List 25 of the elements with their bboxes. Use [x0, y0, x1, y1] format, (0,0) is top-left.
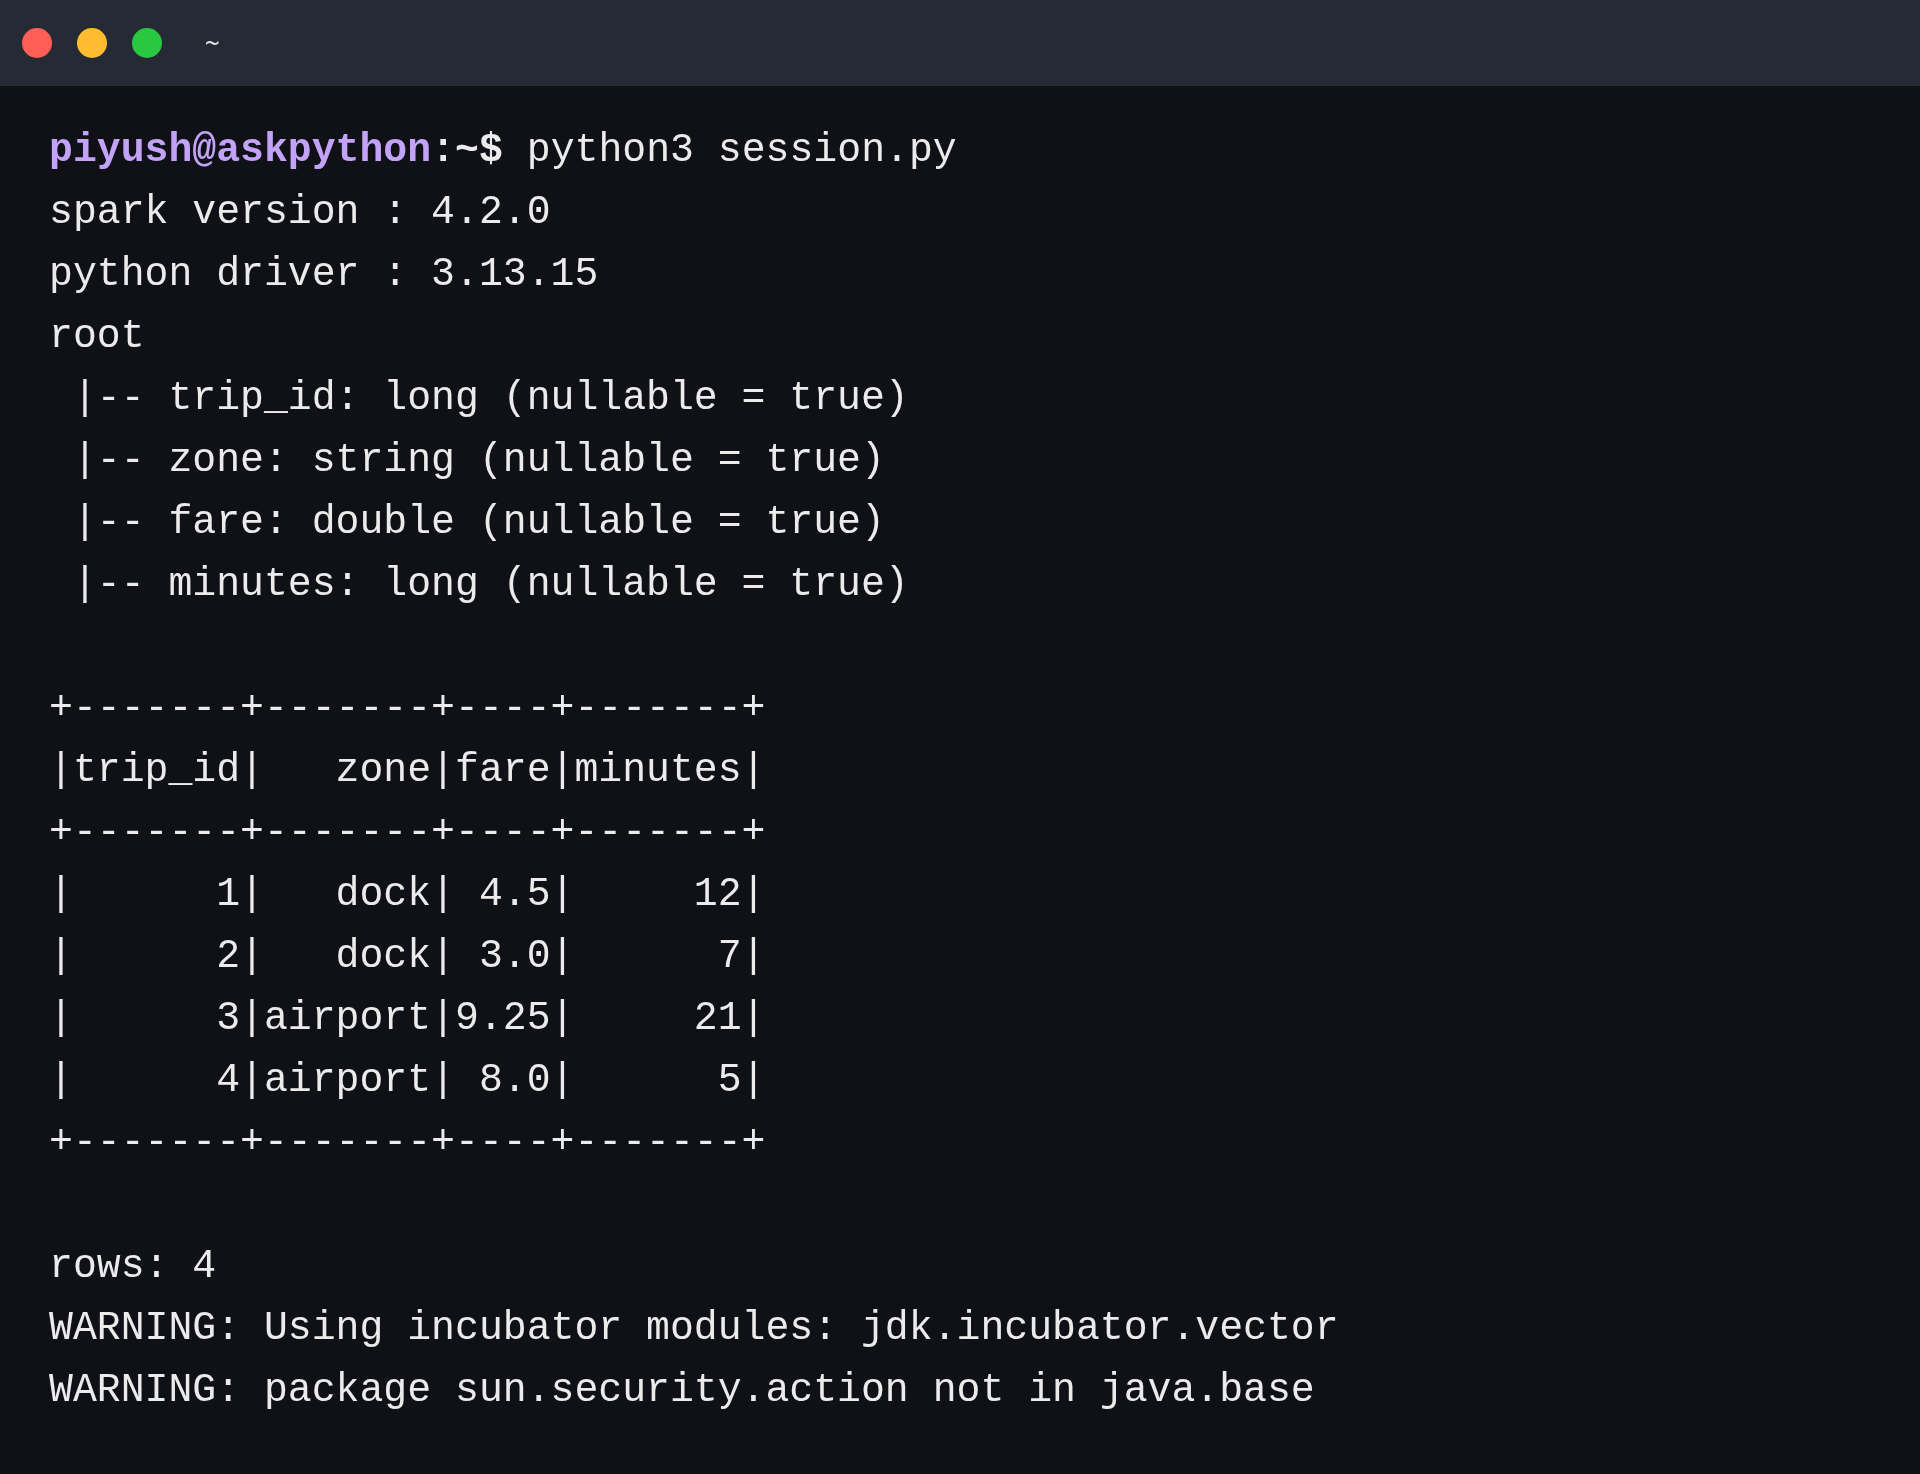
- maximize-button[interactable]: [132, 28, 162, 58]
- output-line: | 1| dock| 4.5| 12|: [49, 872, 766, 917]
- output-line: | 4|airport| 8.0| 5|: [49, 1058, 766, 1103]
- output-line: |-- minutes: long (nullable = true): [71, 562, 909, 607]
- output-line: WARNING: package sun.security.action not in java.base: [49, 1368, 1315, 1413]
- output-line: |trip_id| zone|fare|minutes|: [49, 748, 766, 793]
- output-line: +-------+-------+----+-------+: [49, 686, 766, 731]
- prompt-path: :~$: [431, 128, 503, 173]
- output-line: +-------+-------+----+-------+: [49, 1120, 766, 1165]
- output-line: |-- zone: string (nullable = true): [71, 438, 885, 483]
- prompt-user: piyush@askpython: [49, 128, 432, 173]
- close-button[interactable]: [22, 28, 52, 58]
- minimize-button[interactable]: [77, 28, 107, 58]
- output-line: WARNING: Using incubator modules: jdk.incubator.vector: [49, 1306, 1339, 1351]
- output-line: |-- fare: double (nullable = true): [71, 500, 885, 545]
- output-line: | 2| dock| 3.0| 7|: [49, 934, 766, 979]
- output-line: root: [49, 314, 145, 359]
- output-line: +-------+-------+----+-------+: [49, 810, 766, 855]
- output-line: spark version : 4.2.0: [49, 190, 551, 235]
- output-line: rows: 4: [49, 1244, 217, 1289]
- output-line: | 3|airport|9.25| 21|: [49, 996, 766, 1041]
- output-line: python driver : 3.13.15: [49, 252, 599, 297]
- command-text: python3 session.py: [526, 128, 957, 173]
- window-title: ~: [205, 29, 220, 57]
- output-line: |-- trip_id: long (nullable = true): [71, 376, 909, 421]
